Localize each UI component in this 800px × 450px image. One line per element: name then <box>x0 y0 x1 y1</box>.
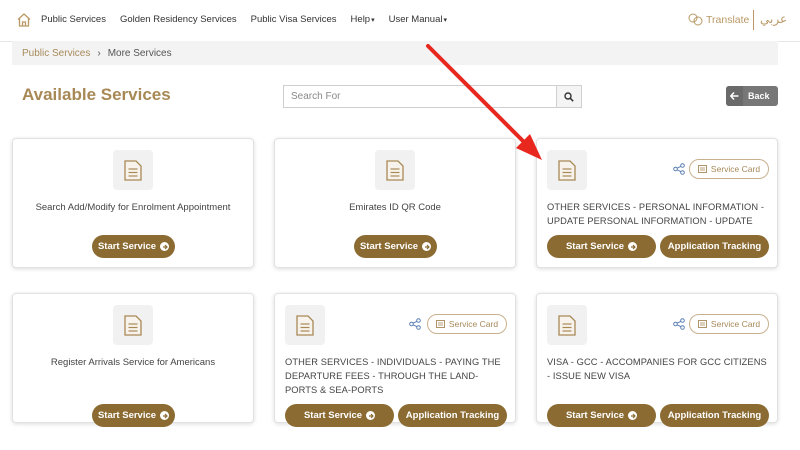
start-service-button[interactable]: Start Service <box>547 404 656 427</box>
arrow-circle-icon <box>628 411 638 420</box>
start-service-button[interactable]: Start Service <box>92 404 175 427</box>
chevron-down-icon: ▾ <box>371 17 375 24</box>
arrow-circle-icon <box>366 411 376 420</box>
service-title: Emirates ID QR Code <box>349 202 441 213</box>
service-title: OTHER SERVICES - INDIVIDUALS - PAYING TH… <box>285 357 501 395</box>
search-button[interactable] <box>556 86 581 107</box>
service-title: Search Add/Modify for Enrolment Appointm… <box>35 202 231 213</box>
nav-item-help[interactable]: Help▾ <box>351 14 375 25</box>
service-card-button[interactable]: Service Card <box>427 314 507 334</box>
service-card-icon <box>697 320 707 328</box>
share-icon[interactable] <box>409 318 421 330</box>
nav-item-public-services[interactable]: Public Services <box>41 14 106 25</box>
back-button[interactable]: Back <box>726 86 778 106</box>
nav-item-public-visa[interactable]: Public Visa Services <box>251 14 337 25</box>
service-card-register-arrivals: Register Arrivals Service for Americans … <box>12 293 254 427</box>
nav-item-user-manual[interactable]: User Manual▾ <box>389 14 447 25</box>
page: Public Services Golden Residency Service… <box>0 0 800 450</box>
share-icon[interactable] <box>673 163 685 175</box>
start-service-button[interactable]: Start Service <box>354 235 437 258</box>
chevron-down-icon: ▾ <box>443 17 447 24</box>
translate-button[interactable]: Translate <box>688 13 749 26</box>
service-card-icon <box>697 165 707 173</box>
arrow-circle-icon <box>160 411 170 420</box>
back-label: Back <box>748 91 770 101</box>
document-icon <box>547 305 587 345</box>
search-bar <box>283 85 582 108</box>
service-card-emirates-id-qr: Emirates ID QR Code Start Service <box>274 138 516 268</box>
divider <box>753 10 754 30</box>
breadcrumb-more-services: More Services <box>107 47 172 59</box>
service-card-icon <box>435 320 445 328</box>
arrow-circle-icon <box>422 242 432 251</box>
breadcrumb-public-services[interactable]: Public Services <box>22 48 90 59</box>
service-title: Register Arrivals Service for Americans <box>50 357 216 368</box>
service-title: OTHER SERVICES - PERSONAL INFORMATION - … <box>547 202 765 226</box>
service-card-button[interactable]: Service Card <box>689 159 769 179</box>
service-card-departure-fees: Service Card OTHER SERVICES - INDIVIDUAL… <box>274 293 516 427</box>
service-card-update-personal-info: Service Card OTHER SERVICES - PERSONAL I… <box>536 138 778 268</box>
service-card-button[interactable]: Service Card <box>689 314 769 334</box>
arrow-circle-icon <box>628 242 638 251</box>
document-icon <box>113 305 153 345</box>
back-arrow-icon <box>726 86 743 106</box>
nav-item-golden-residency[interactable]: Golden Residency Services <box>120 14 237 25</box>
translate-icon <box>688 13 703 26</box>
document-icon <box>547 150 587 190</box>
application-tracking-button[interactable]: Application Tracking <box>398 404 507 427</box>
start-service-button[interactable]: Start Service <box>547 235 656 258</box>
top-navigation: Public Services Golden Residency Service… <box>0 0 800 42</box>
search-icon <box>564 91 574 102</box>
service-title: VISA - GCC - ACCOMPANIES FOR GCC CITIZEN… <box>547 357 767 381</box>
share-icon[interactable] <box>673 318 685 330</box>
document-icon <box>113 150 153 190</box>
application-tracking-button[interactable]: Application Tracking <box>660 404 769 427</box>
service-card-enrolment: Search Add/Modify for Enrolment Appointm… <box>12 138 254 268</box>
document-icon <box>285 305 325 345</box>
start-service-button[interactable]: Start Service <box>285 404 394 427</box>
start-service-button[interactable]: Start Service <box>92 235 175 258</box>
breadcrumb-separator: › <box>97 47 101 59</box>
home-icon[interactable] <box>16 12 32 28</box>
document-icon <box>375 150 415 190</box>
nav-menu: Public Services Golden Residency Service… <box>41 14 461 25</box>
search-input[interactable] <box>284 86 557 107</box>
page-title: Available Services <box>22 85 171 104</box>
application-tracking-button[interactable]: Application Tracking <box>660 235 769 258</box>
arrow-circle-icon <box>160 242 170 251</box>
breadcrumb: Public Services › More Services <box>12 41 778 65</box>
translate-label: Translate <box>706 13 750 26</box>
service-card-gcc-visa: Service Card VISA - GCC - ACCOMPANIES FO… <box>536 293 778 427</box>
language-toggle[interactable]: عربي <box>760 12 787 26</box>
